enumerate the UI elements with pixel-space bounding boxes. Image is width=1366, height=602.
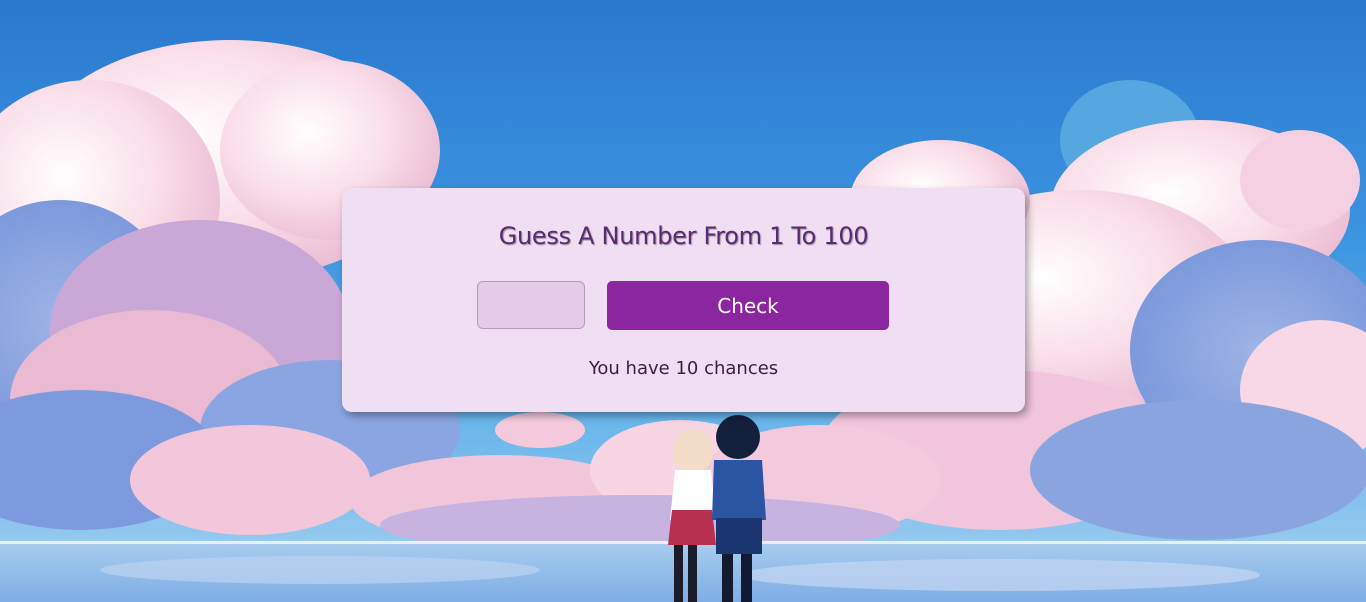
game-card: Guess A Number From 1 To 100 Check You h…: [342, 188, 1025, 412]
game-title: Guess A Number From 1 To 100: [498, 222, 869, 250]
check-button[interactable]: Check: [607, 281, 889, 330]
chances-text: You have 10 chances: [588, 358, 779, 379]
guess-input[interactable]: [477, 281, 585, 329]
